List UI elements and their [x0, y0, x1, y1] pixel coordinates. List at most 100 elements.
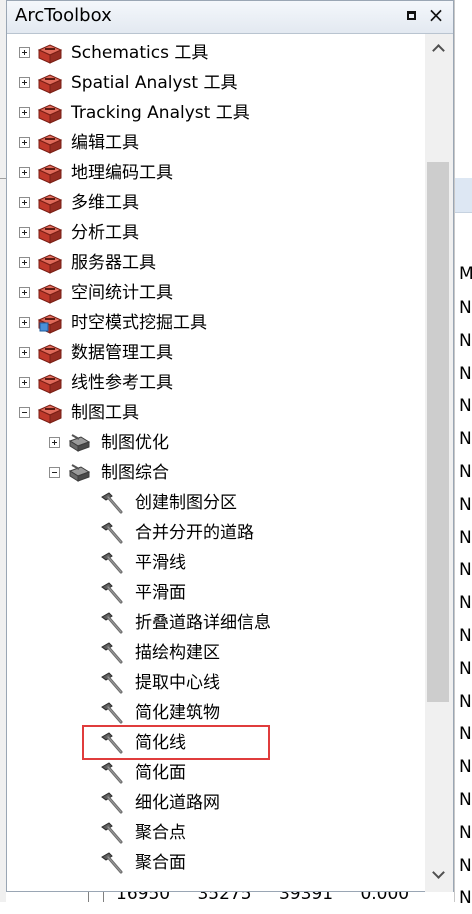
toolbox-icon [37, 221, 63, 245]
expand-icon[interactable] [19, 257, 30, 268]
tree-item-label: 编辑工具 [71, 133, 139, 153]
toolbox-icon [37, 191, 63, 215]
tool-item[interactable]: 简化面 [7, 759, 425, 789]
toolbox-icon [37, 71, 63, 95]
tree-item-label: 平滑面 [135, 583, 186, 603]
background-header-cell: M [459, 264, 472, 284]
tree-item-label: Tracking Analyst 工具 [71, 103, 250, 123]
background-table-cell: N [459, 298, 472, 318]
toolset-icon [67, 431, 93, 455]
toolbox-icon [37, 371, 63, 395]
background-table-cell: N [459, 494, 472, 515]
toolbox-item[interactable]: Spatial Analyst 工具 [7, 69, 425, 99]
background-table-cell: N [459, 363, 472, 384]
toolbox-icon [37, 341, 63, 365]
background-table-cell: N [459, 462, 472, 482]
tree-item-label: 服务器工具 [71, 253, 156, 273]
restore-icon[interactable] [405, 8, 421, 24]
expand-icon[interactable] [19, 107, 30, 118]
background-table-cell: N [459, 658, 472, 679]
background-table-cell: N [459, 724, 472, 745]
hammer-icon [99, 521, 125, 545]
hammer-icon [99, 761, 125, 785]
tree-item-label: 聚合面 [135, 853, 186, 873]
toolbox-icon [37, 251, 63, 275]
toolbox-icon [37, 401, 63, 425]
expand-icon[interactable] [49, 437, 60, 448]
tool-item[interactable]: 细化道路网 [7, 789, 425, 819]
tree-item-label: 折叠道路详细信息 [135, 613, 271, 633]
tree-item-label: 简化面 [135, 763, 186, 783]
tool-item[interactable]: 平滑面 [7, 579, 425, 609]
toolbox-item[interactable]: 分析工具 [7, 219, 425, 249]
toolbox-icon [37, 311, 63, 335]
tree-item-label: 聚合点 [135, 823, 186, 843]
collapse-icon[interactable] [49, 467, 60, 478]
expand-icon[interactable] [19, 167, 30, 178]
hammer-icon [99, 611, 125, 635]
tree-item-label: 创建制图分区 [135, 493, 237, 513]
toolbox-item[interactable]: 编辑工具 [7, 129, 425, 159]
tree-item-label: 制图优化 [101, 433, 169, 453]
tool-item[interactable]: 聚合面 [7, 849, 425, 879]
hammer-icon [99, 641, 125, 665]
expand-icon[interactable] [19, 287, 30, 298]
tool-item[interactable]: 描绘构建区 [7, 639, 425, 669]
toolbox-item[interactable]: 空间统计工具 [7, 279, 425, 309]
hammer-icon [99, 581, 125, 605]
tree-item-label: 简化建筑物 [135, 703, 220, 723]
background-row-values: 16950 35275 39391 0.000 [116, 892, 410, 902]
expand-icon[interactable] [19, 47, 30, 58]
toolbox-icon [37, 131, 63, 155]
hammer-icon [99, 701, 125, 725]
expand-icon[interactable] [19, 317, 30, 328]
expand-icon[interactable] [19, 77, 30, 88]
arctoolbox-panel: ArcToolbox × Schematics 工具 Spatial Analys… [6, 0, 454, 892]
tool-item[interactable]: 折叠道路详细信息 [7, 609, 425, 639]
toolbox-item[interactable]: 数据管理工具 [7, 339, 425, 369]
scroll-up-arrow-icon[interactable] [425, 34, 453, 68]
hammer-icon [99, 671, 125, 695]
toolbox-item[interactable]: Tracking Analyst 工具 [7, 99, 425, 129]
toolbox-item[interactable]: 线性参考工具 [7, 369, 425, 399]
tool-item[interactable]: 聚合点 [7, 819, 425, 849]
toolbox-icon [37, 281, 63, 305]
panel-titlebar: ArcToolbox × [7, 1, 453, 34]
toolset-item[interactable]: 制图综合 [7, 459, 425, 489]
tree-item-label: 制图工具 [71, 403, 139, 423]
tool-item[interactable]: 提取中心线 [7, 669, 425, 699]
scroll-down-arrow-icon[interactable] [425, 858, 453, 892]
tool-item[interactable]: 平滑线 [7, 549, 425, 579]
toolset-item[interactable]: 制图优化 [7, 429, 425, 459]
collapse-icon[interactable] [19, 407, 30, 418]
expand-icon[interactable] [19, 347, 30, 358]
selection-highlight-box [82, 725, 270, 760]
toolbox-item[interactable]: 多维工具 [7, 189, 425, 219]
background-table-cell: N [459, 822, 472, 843]
expand-icon[interactable] [19, 227, 30, 238]
vertical-scrollbar[interactable] [425, 34, 453, 892]
expand-icon[interactable] [19, 377, 30, 388]
tree-item-label: Spatial Analyst 工具 [71, 73, 238, 93]
hammer-icon [99, 491, 125, 515]
expand-icon[interactable] [19, 137, 30, 148]
hammer-icon [99, 821, 125, 845]
scroll-thumb[interactable] [427, 162, 449, 702]
background-bottom-row: 16950 35275 39391 0.000 [6, 892, 454, 902]
toolbox-item[interactable]: 时空模式挖掘工具 [7, 309, 425, 339]
tree-item-label: 合并分开的道路 [135, 523, 254, 543]
background-table-cell: N [459, 855, 472, 876]
close-icon[interactable]: × [427, 4, 445, 26]
toolbox-icon [37, 161, 63, 185]
tool-item[interactable]: 合并分开的道路 [7, 519, 425, 549]
tree-item-label: 空间统计工具 [71, 283, 173, 303]
tree-item-label: Schematics 工具 [71, 43, 209, 63]
toolbox-item[interactable]: 服务器工具 [7, 249, 425, 279]
tree-item-label: 时空模式挖掘工具 [71, 313, 207, 333]
toolbox-item[interactable]: Schematics 工具 [7, 39, 425, 69]
toolbox-item[interactable]: 地理编码工具 [7, 159, 425, 189]
background-table-cell: N [459, 888, 472, 909]
expand-icon[interactable] [19, 197, 30, 208]
tool-item[interactable]: 创建制图分区 [7, 489, 425, 519]
toolbox-item[interactable]: 制图工具 [7, 399, 425, 429]
